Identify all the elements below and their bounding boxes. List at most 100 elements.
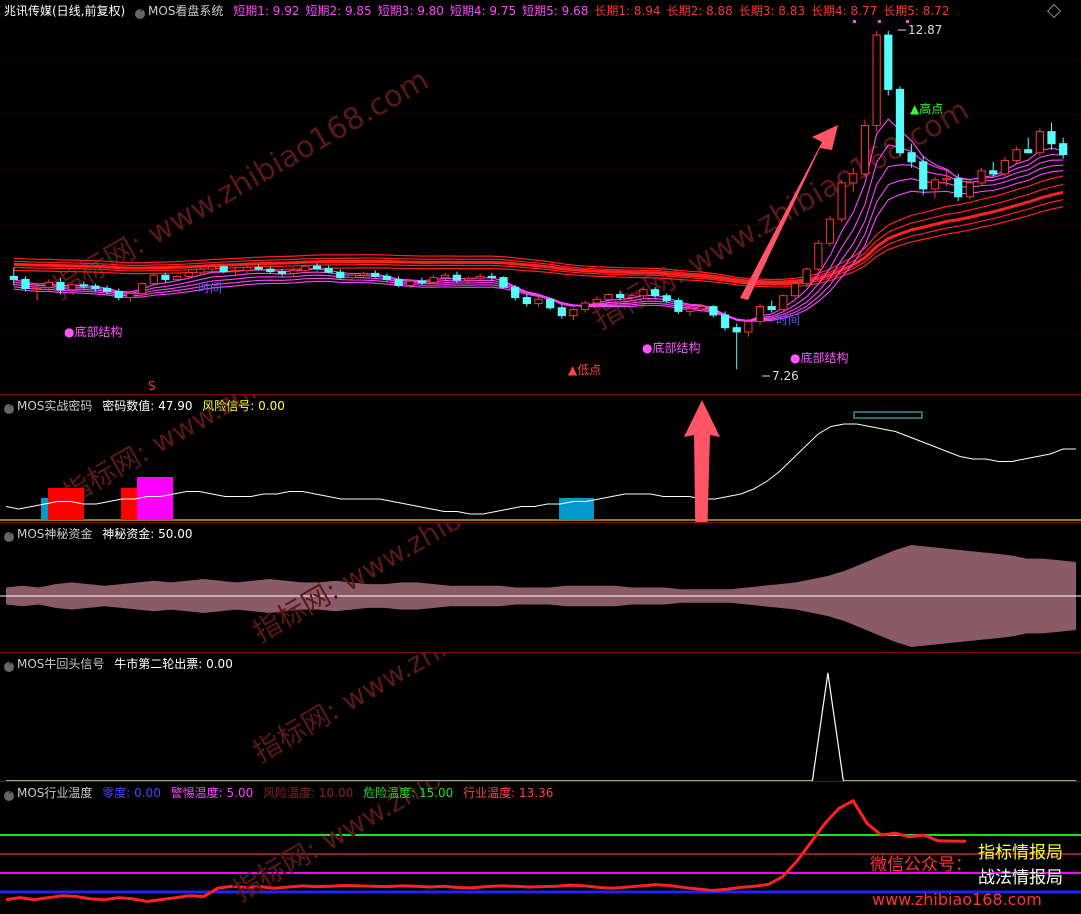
candle-body	[324, 268, 333, 273]
candle-body	[336, 271, 345, 279]
signal-box	[121, 488, 137, 520]
candle-body	[895, 88, 905, 154]
candle-body	[44, 281, 53, 288]
toggle-icon[interactable]: ˅	[135, 9, 146, 19]
p5-value1: 零度: 0.00	[102, 786, 161, 800]
signal-dot	[906, 20, 909, 23]
candlestick-chart[interactable]: 指标网: www.zhibiao168.com 指标网: www.zhibiao1…	[0, 0, 1081, 394]
combat-code-panel[interactable]: 指标网: www.zhibiao168.com ˅ MOS实战密码 密码数值: 4…	[0, 395, 1081, 522]
candle-body	[569, 309, 578, 317]
brand-1: 指标情报局	[978, 843, 1063, 863]
candle-body	[149, 274, 158, 285]
mystery-fund-chart: 指标网: www.zhibiao168.com	[0, 523, 1081, 649]
candle-body	[604, 294, 613, 300]
candle-body	[872, 34, 881, 127]
candle-body	[56, 281, 65, 291]
p5-value3: 风险温度: 10.00	[263, 786, 354, 800]
candle-body	[254, 266, 263, 270]
candle-body	[347, 274, 357, 279]
candle-body	[1035, 131, 1044, 154]
candle-body	[627, 295, 636, 299]
candle-body	[464, 277, 473, 281]
main-legend: 兆讯传媒(日线,前复权) ˅ MOS看盘系统 短期1: 9.92 短期2: 9.85…	[4, 4, 961, 19]
ma-label-4: 短期5: 9.68	[522, 4, 589, 18]
high-value-label: 12.87	[908, 23, 942, 37]
candle-body	[1059, 143, 1068, 156]
toggle-icon[interactable]: ˅	[4, 662, 14, 672]
bull-signal-chart: 指标网: www.zhibiao168.com	[6, 653, 1076, 781]
peak-box	[853, 411, 923, 419]
candle-body	[884, 34, 893, 90]
stock-title: 兆讯传媒(日线,前复权)	[4, 4, 126, 18]
candle-body	[650, 289, 660, 297]
p4-legend: ˅ MOS牛回头信号 牛市第二轮出票: 0.00	[4, 657, 239, 672]
candle-body	[417, 280, 427, 283]
candle-body	[161, 274, 170, 280]
candle-body	[790, 283, 800, 297]
candle-body	[522, 297, 531, 305]
candle-body	[581, 302, 590, 311]
p5-value5: 行业温度: 13.36	[463, 786, 554, 800]
candle-body	[102, 287, 112, 292]
signal-line	[6, 672, 1076, 781]
main-chart-panel[interactable]: 指标网: www.zhibiao168.com 指标网: www.zhibiao1…	[0, 0, 1081, 394]
candle-body	[755, 306, 765, 323]
p2-name[interactable]: ˅ MOS实战密码	[4, 399, 92, 414]
toggle-icon[interactable]: ˅	[4, 791, 14, 801]
candle-body	[242, 266, 252, 271]
candle-body	[592, 298, 601, 304]
p3-legend: ˅ MOS神秘资金 神秘资金: 50.00	[4, 527, 198, 542]
brand-2: 战法情报局	[978, 868, 1063, 888]
indicator-title: MOS看盘系统	[148, 4, 224, 18]
ma-labels: 短期1: 9.92 短期2: 9.85 短期3: 9.80 短期4: 9.75 短期5:…	[233, 4, 955, 18]
time-label: 时间	[776, 313, 800, 327]
p5-value2: 警惕温度: 5.00	[170, 786, 254, 800]
toggle-icon[interactable]: ˅	[4, 532, 14, 542]
p2-value1: 密码数值: 47.90	[102, 399, 193, 413]
industry-temp-panel[interactable]: 指标网: www.zhibiao168.com ˅ MOS行业温度 零度: 0.0…	[0, 782, 1081, 914]
bottom-structure-label: ●底部结构	[64, 324, 122, 339]
p4-name[interactable]: ˅ MOS牛回头信号	[4, 657, 104, 672]
candle-body	[9, 275, 18, 280]
candle-body	[172, 275, 182, 280]
candle-body	[837, 182, 846, 220]
candle-body	[487, 275, 496, 279]
candle-body	[289, 269, 298, 274]
candle-body	[79, 284, 88, 287]
signal-box	[48, 488, 84, 520]
watermark-text: 指标网: www.zhibiao168.com	[247, 653, 610, 769]
candle-body	[277, 271, 287, 274]
signal-box	[41, 498, 48, 520]
toggle-icon[interactable]: ˅	[4, 404, 14, 414]
candle-body	[825, 218, 835, 244]
candle-body	[767, 306, 776, 311]
candle-body	[429, 277, 438, 283]
bull-signal-panel[interactable]: 指标网: www.zhibiao168.com ˅ MOS牛回头信号 牛市第二轮出…	[0, 653, 1081, 781]
ma-label-9: 长期5: 8.72	[883, 4, 950, 18]
bottom-structure-label: ●底部结构	[642, 340, 700, 355]
p3-name[interactable]: ˅ MOS神秘资金	[4, 527, 92, 542]
p5-name[interactable]: ˅ MOS行业温度	[4, 786, 92, 801]
candle-body	[452, 274, 461, 281]
candle-body	[697, 306, 706, 310]
candle-body	[196, 268, 205, 274]
indicator-name[interactable]: ˅ MOS看盘系统	[135, 4, 224, 19]
candle-body	[207, 266, 217, 270]
low-point-label: ▲低点	[568, 363, 601, 377]
p3-value1: 神秘资金: 50.00	[102, 527, 193, 541]
high-point-label: ▲高点	[910, 101, 943, 116]
watermark-url: www.zhibiao168.com	[872, 890, 1042, 909]
mystery-fund-panel[interactable]: 指标网: www.zhibiao168.com ˅MOS神秘资金 神秘资金: 5…	[0, 523, 1081, 652]
candle-body	[33, 286, 42, 289]
candle-body	[266, 268, 275, 273]
bottom-structure-label: ●底部结构	[790, 350, 848, 365]
candle-body	[907, 152, 916, 163]
candle-body	[312, 265, 322, 270]
candle-body	[744, 321, 753, 333]
p5-value4: 危险温度: 15.00	[363, 786, 454, 800]
up-arrow	[684, 400, 720, 522]
signal-dot	[878, 20, 881, 23]
candle-body	[989, 170, 998, 175]
time-label: 时间	[198, 281, 222, 295]
candle-body	[732, 327, 741, 333]
